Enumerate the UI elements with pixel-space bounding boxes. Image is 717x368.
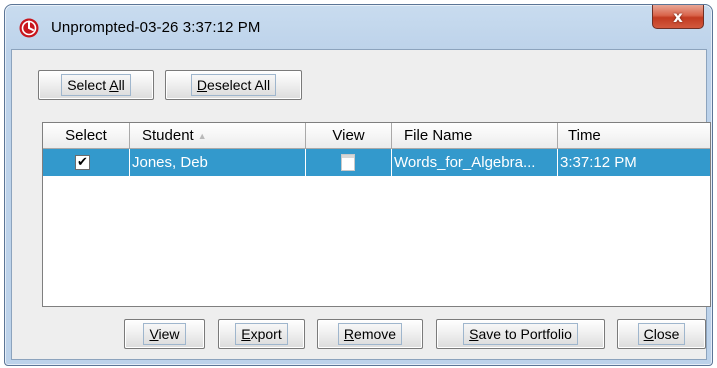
deselect-all-button[interactable]: Deselect All bbox=[165, 70, 302, 100]
column-header-view[interactable]: View bbox=[306, 123, 392, 149]
app-logo-icon bbox=[19, 18, 39, 38]
close-window-button[interactable]: x bbox=[652, 5, 704, 29]
time-cell: 3:37:12 PM bbox=[560, 154, 637, 171]
dialog-content: Select All Deselect All Select Student ▲ … bbox=[11, 49, 711, 360]
title-bar[interactable]: Unprompted-03-26 3:37:12 PM x bbox=[5, 5, 712, 49]
sort-ascending-icon: ▲ bbox=[197, 131, 207, 142]
select-all-button[interactable]: Select All bbox=[38, 70, 154, 100]
save-to-portfolio-button[interactable]: Save to Portfolio bbox=[436, 319, 605, 349]
student-cell: Jones, Deb bbox=[130, 149, 306, 176]
column-header-select[interactable]: Select bbox=[43, 123, 130, 149]
column-header-student[interactable]: Student ▲ bbox=[130, 123, 306, 149]
submissions-table[interactable]: Select Student ▲ View File Name Time ✔ Jo… bbox=[42, 122, 711, 307]
close-button[interactable]: Close bbox=[617, 319, 706, 349]
table-header: Select Student ▲ View File Name Time bbox=[43, 123, 710, 149]
window-title: Unprompted-03-26 3:37:12 PM bbox=[51, 19, 261, 36]
select-cell: ✔ bbox=[43, 149, 130, 176]
document-icon[interactable] bbox=[341, 154, 355, 171]
column-header-time[interactable]: Time bbox=[558, 123, 710, 149]
checkbox-checked-icon[interactable]: ✔ bbox=[75, 155, 90, 170]
remove-button[interactable]: Remove bbox=[317, 319, 423, 349]
table-row[interactable]: ✔ Jones, Deb Words_for_Algebra... 3:37:1… bbox=[43, 149, 710, 176]
close-icon: x bbox=[673, 7, 683, 26]
view-cell bbox=[306, 149, 392, 176]
view-button[interactable]: View bbox=[124, 319, 205, 349]
dialog-window: Unprompted-03-26 3:37:12 PM x Select All… bbox=[4, 4, 713, 366]
column-header-file-name[interactable]: File Name bbox=[392, 123, 558, 149]
export-button[interactable]: Export bbox=[218, 319, 305, 349]
file-name-cell: Words_for_Algebra... bbox=[392, 149, 558, 176]
